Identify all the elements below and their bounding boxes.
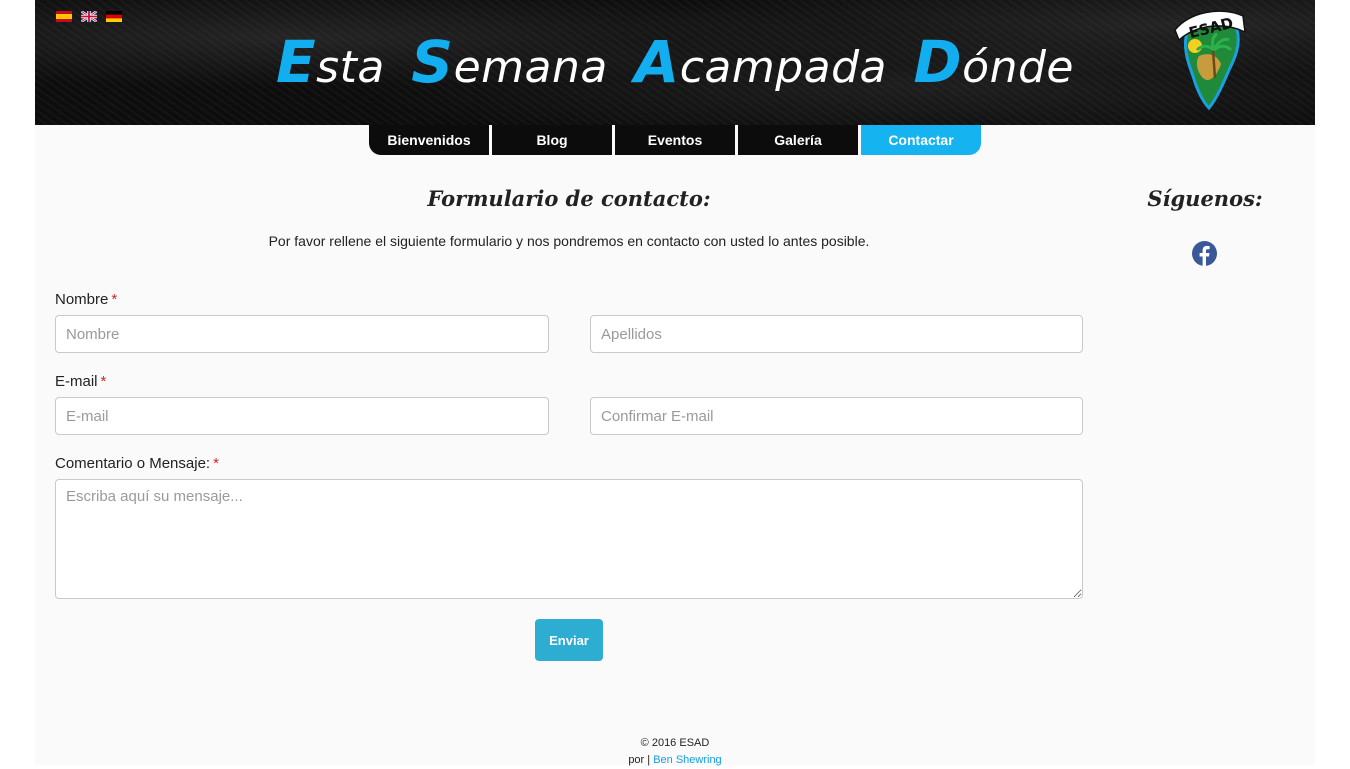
title-word-4: Dónde [913, 28, 1074, 96]
submit-button[interactable]: Enviar [535, 619, 603, 661]
required-mark: * [213, 455, 219, 472]
email-label: E-mail * [55, 373, 107, 390]
required-mark: * [111, 291, 118, 308]
uk-flag-icon[interactable] [81, 11, 97, 22]
credit-line: por | Ben Shewring [628, 754, 722, 766]
esad-logo[interactable]: ESAD [1173, 6, 1249, 112]
nav-item-eventos[interactable]: Eventos [615, 125, 735, 155]
title-word-1: Esta [276, 28, 385, 96]
author-link[interactable]: Ben Shewring [653, 754, 722, 766]
nav-item-contactar[interactable]: Contactar [861, 125, 981, 155]
form-intro: Por favor rellene el siguiente formulari… [268, 233, 870, 249]
facebook-icon[interactable] [1192, 241, 1217, 266]
germany-flag-icon[interactable] [106, 11, 122, 22]
message-textarea[interactable] [55, 479, 1083, 599]
title-word-3: Acampada [634, 28, 888, 96]
footer: © 2016 ESAD por | Ben Shewring [35, 735, 1315, 769]
header-banner: Esta Semana Acampada Dónde ESAD [35, 0, 1315, 125]
confirm-email-input[interactable] [590, 397, 1083, 435]
nav-item-bienvenidos[interactable]: Bienvenidos [369, 125, 489, 155]
email-input[interactable] [55, 397, 549, 435]
language-selector [56, 11, 122, 22]
nav-item-galeria[interactable]: Galería [738, 125, 858, 155]
first-name-input[interactable] [55, 315, 549, 353]
required-mark: * [100, 373, 107, 390]
main-nav: Bienvenidos Blog Eventos Galería Contact… [369, 125, 981, 155]
last-name-input[interactable] [590, 315, 1083, 353]
copyright-text: © 2016 ESAD [640, 737, 710, 749]
nav-item-blog[interactable]: Blog [492, 125, 612, 155]
follow-title: Síguenos: [1147, 186, 1263, 211]
spain-flag-icon[interactable] [56, 11, 72, 22]
page: Esta Semana Acampada Dónde ESAD Bienveni… [35, 0, 1315, 766]
form-title: Formulario de contacto: [427, 186, 711, 211]
message-label: Comentario o Mensaje: * [55, 455, 219, 472]
title-word-2: Semana [411, 28, 608, 96]
name-label: Nombre * [55, 291, 118, 308]
site-title: Esta Semana Acampada Dónde [35, 28, 1315, 96]
